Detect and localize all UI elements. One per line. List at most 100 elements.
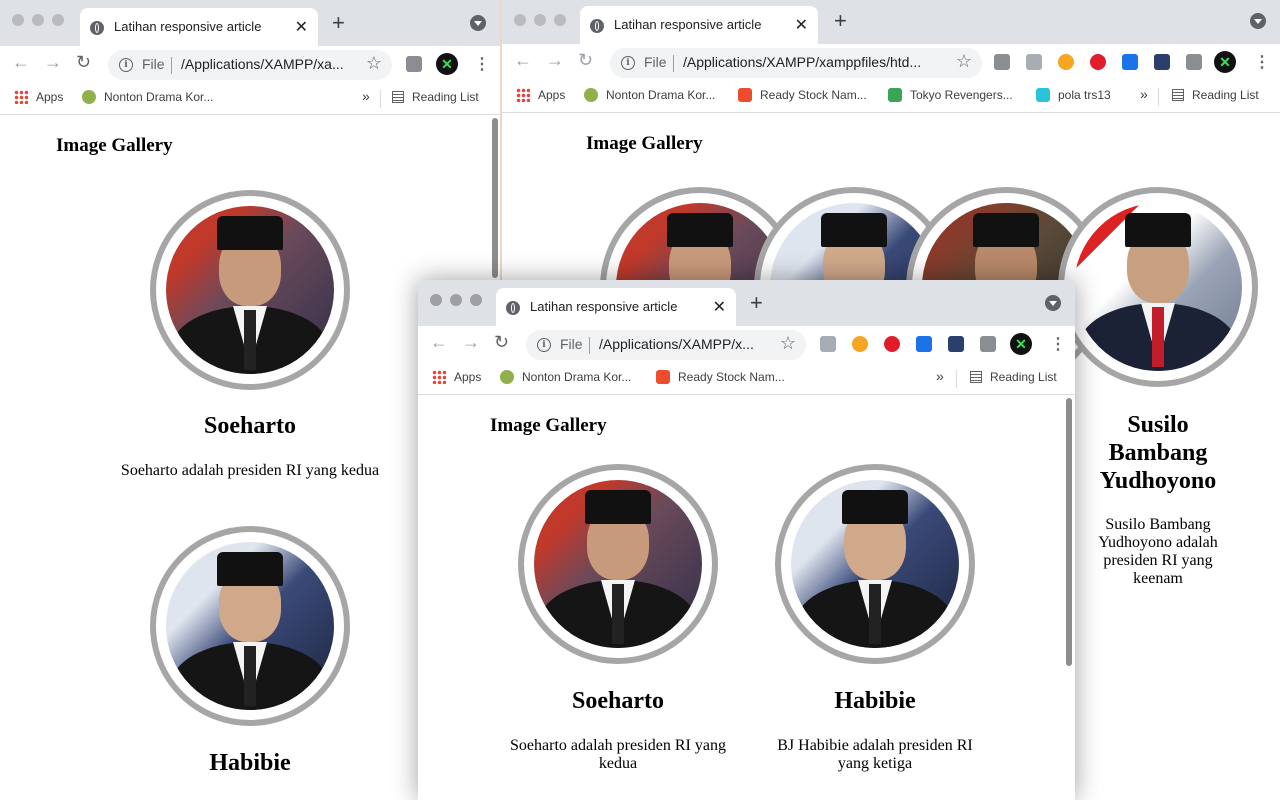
close-tab-icon[interactable]: ✕ — [795, 15, 808, 35]
profile-avatar[interactable]: ✕ — [1214, 51, 1236, 73]
bookmark-tokyo[interactable]: Tokyo Revengers... — [888, 88, 1013, 102]
toolbar: ← → ↻ i File /Applications/XAMPP/xamppfi… — [502, 44, 1280, 80]
bookmark-apps[interactable]: Apps — [14, 90, 63, 104]
bookmark-drama[interactable]: Nonton Drama Kor... — [584, 88, 715, 102]
bookmark-star-icon[interactable]: ☆ — [366, 53, 382, 74]
reading-list-icon — [1172, 89, 1184, 101]
new-tab-icon[interactable]: + — [750, 292, 763, 314]
opera-ext-icon[interactable] — [884, 336, 900, 352]
reading-list-button[interactable]: Reading List — [1172, 88, 1259, 102]
idm-ext-icon[interactable] — [1154, 54, 1170, 70]
name-line: Susilo — [1127, 412, 1189, 438]
bookmark-apps[interactable]: Apps — [516, 88, 565, 102]
tie-shape — [244, 310, 256, 370]
bookmarks-bar: Apps Nonton Drama Kor... » Reading List — [0, 82, 500, 115]
tab-latihan[interactable]: Latihan responsive article ✕ — [580, 6, 818, 44]
reading-list-button[interactable]: Reading List — [970, 370, 1057, 384]
tab-latihan[interactable]: Latihan responsive article ✕ — [496, 288, 736, 326]
portrait-photo — [166, 542, 334, 710]
extensions-puzzle-icon[interactable] — [1186, 54, 1202, 70]
forward-icon[interactable]: → — [44, 52, 62, 73]
portrait-soeharto — [150, 190, 350, 390]
orange-ext-icon[interactable] — [1058, 54, 1074, 70]
url-text[interactable]: /Applications/XAMPP/xamppfiles/htd... — [683, 54, 945, 70]
menu-kebab-icon[interactable]: ⋮ — [1254, 52, 1270, 72]
desc-line: Yudhoyono adalah — [1098, 534, 1218, 551]
menu-kebab-icon[interactable]: ⋮ — [1050, 334, 1066, 354]
photo-ext-icon[interactable] — [1026, 54, 1042, 70]
reading-list-label: Reading List — [412, 90, 479, 104]
forward-icon[interactable]: → — [546, 50, 564, 71]
tab-search-icon[interactable] — [1045, 295, 1061, 311]
zoom-window-icon[interactable] — [470, 294, 482, 306]
extensions-puzzle-icon[interactable] — [980, 336, 996, 352]
forward-icon[interactable]: → — [462, 332, 480, 353]
bookmark-apps[interactable]: Apps — [432, 370, 481, 384]
back-icon[interactable]: ← — [12, 52, 30, 73]
info-icon[interactable]: i — [537, 338, 551, 352]
bookmark-star-icon[interactable]: ☆ — [956, 51, 972, 72]
zoom-window-icon[interactable] — [52, 14, 64, 26]
bookmark-label: Apps — [538, 88, 566, 102]
tab-latihan[interactable]: Latihan responsive article ✕ — [80, 8, 318, 46]
window-controls[interactable] — [430, 294, 482, 306]
divider — [1158, 88, 1159, 106]
download-ext-icon[interactable] — [916, 336, 932, 352]
bookmark-label: Ready Stock Nam... — [760, 88, 867, 102]
reload-icon[interactable]: ↻ — [494, 332, 509, 353]
more-bookmarks-icon[interactable]: » — [362, 88, 370, 104]
window-controls[interactable] — [12, 14, 64, 26]
back-icon[interactable]: ← — [514, 50, 532, 71]
scrollbar[interactable] — [1066, 398, 1072, 666]
close-window-icon[interactable] — [12, 14, 24, 26]
line-ext-icon[interactable] — [994, 54, 1010, 70]
idm-ext-icon[interactable] — [948, 336, 964, 352]
close-window-icon[interactable] — [514, 14, 526, 26]
reload-icon[interactable]: ↻ — [578, 50, 593, 71]
bookmark-drama[interactable]: Nonton Drama Kor... — [500, 370, 631, 384]
info-icon[interactable]: i — [621, 56, 635, 70]
bookmark-drama[interactable]: Nonton Drama Kor... — [82, 90, 213, 104]
extensions-puzzle-icon[interactable] — [406, 56, 422, 72]
opera-ext-icon[interactable] — [1090, 54, 1106, 70]
reload-icon[interactable]: ↻ — [76, 52, 91, 73]
tab-search-icon[interactable] — [1250, 13, 1266, 29]
more-bookmarks-icon[interactable]: » — [1140, 86, 1148, 102]
scrollbar[interactable] — [492, 118, 498, 278]
back-icon[interactable]: ← — [430, 332, 448, 353]
profile-avatar[interactable]: ✕ — [436, 53, 458, 75]
bookmark-stock[interactable]: Ready Stock Nam... — [738, 88, 867, 102]
address-bar[interactable]: i File /Applications/XAMPP/x... ☆ — [526, 330, 806, 360]
new-tab-icon[interactable]: + — [834, 10, 847, 32]
bookmark-pola[interactable]: pola trs13 — [1036, 88, 1111, 102]
more-bookmarks-icon[interactable]: » — [936, 368, 944, 384]
address-bar[interactable]: i File /Applications/XAMPP/xa... ☆ — [108, 50, 392, 80]
menu-kebab-icon[interactable]: ⋮ — [474, 54, 490, 74]
close-tab-icon[interactable]: ✕ — [713, 297, 726, 317]
tab-search-icon[interactable] — [470, 15, 486, 31]
peci-cap-shape — [973, 213, 1039, 247]
portrait-habibie — [775, 464, 975, 664]
url-text[interactable]: /Applications/XAMPP/x... — [599, 336, 769, 352]
new-tab-icon[interactable]: + — [332, 12, 345, 34]
minimize-window-icon[interactable] — [32, 14, 44, 26]
url-text[interactable]: /Applications/XAMPP/xa... — [181, 56, 359, 72]
minimize-window-icon[interactable] — [450, 294, 462, 306]
info-icon[interactable]: i — [119, 58, 133, 72]
bookmark-star-icon[interactable]: ☆ — [780, 333, 796, 354]
download-ext-icon[interactable] — [1122, 54, 1138, 70]
close-window-icon[interactable] — [430, 294, 442, 306]
bookmark-stock[interactable]: Ready Stock Nam... — [656, 370, 785, 384]
address-bar[interactable]: i File /Applications/XAMPP/xamppfiles/ht… — [610, 48, 982, 78]
film-reel-icon — [500, 370, 514, 384]
zoom-window-icon[interactable] — [554, 14, 566, 26]
window-controls[interactable] — [514, 14, 566, 26]
peci-cap-shape — [1125, 213, 1191, 247]
page-heading: Image Gallery — [56, 135, 173, 156]
orange-ext-icon[interactable] — [852, 336, 868, 352]
photo-ext-icon[interactable] — [820, 336, 836, 352]
reading-list-button[interactable]: Reading List — [392, 90, 479, 104]
profile-avatar[interactable]: ✕ — [1010, 333, 1032, 355]
close-tab-icon[interactable]: ✕ — [295, 17, 308, 37]
minimize-window-icon[interactable] — [534, 14, 546, 26]
